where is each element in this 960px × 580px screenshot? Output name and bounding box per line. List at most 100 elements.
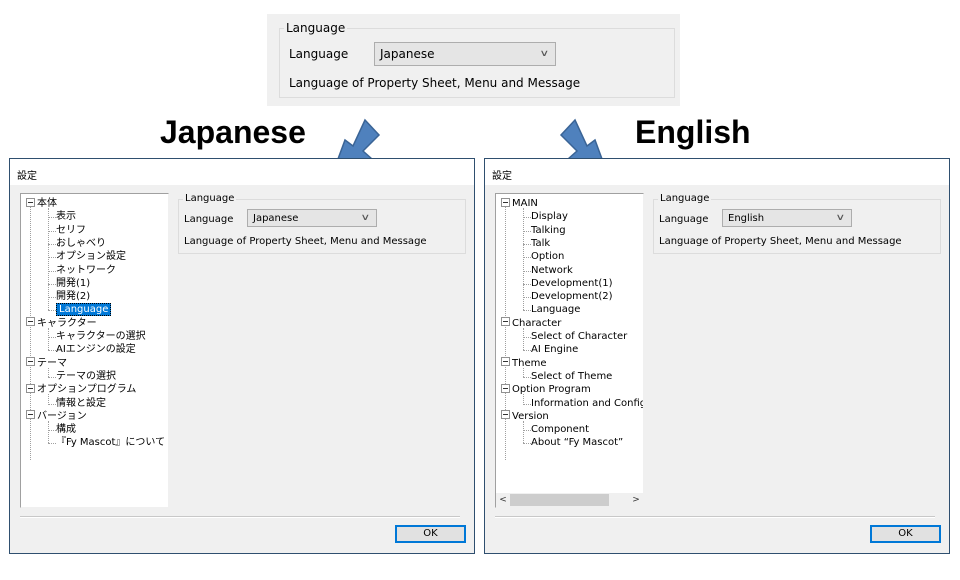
- tree-item-label: キャラクター: [37, 317, 97, 329]
- tree-item[interactable]: Talking: [531, 224, 566, 237]
- tree-item[interactable]: セリフ: [56, 224, 86, 237]
- scroll-right-icon[interactable]: >: [629, 493, 643, 507]
- tree-item-label: 本体: [37, 198, 57, 209]
- collapse-icon[interactable]: [501, 317, 510, 327]
- tree-item-label: 開発(2): [56, 291, 91, 303]
- ok-button[interactable]: OK: [395, 525, 466, 543]
- tree-item[interactable]: おしゃべり: [56, 237, 106, 250]
- tree-item-label: ネットワーク: [56, 264, 116, 276]
- tree-item[interactable]: Option: [531, 250, 564, 263]
- tree-node[interactable]: キャラクター: [26, 317, 97, 330]
- tree-item[interactable]: 表示: [56, 210, 76, 223]
- tree-item[interactable]: Display: [531, 210, 568, 223]
- tree-connector-line: [523, 208, 524, 311]
- language-group: Language Language Japanese ∨ Language of…: [279, 21, 675, 98]
- tree-item[interactable]: Information and Configu: [531, 397, 644, 410]
- tree-item[interactable]: 『Fy Mascot』について: [56, 436, 165, 449]
- collapse-icon[interactable]: [501, 197, 510, 207]
- tree-connector-line: [523, 350, 531, 352]
- collapse-icon[interactable]: [26, 197, 35, 207]
- language-select[interactable]: English ∨: [722, 209, 852, 227]
- collapse-icon[interactable]: [501, 383, 510, 393]
- tree-item[interactable]: Network: [531, 264, 573, 277]
- tree-item[interactable]: オプション設定: [56, 250, 126, 263]
- language-select[interactable]: Japanese ∨: [374, 42, 556, 66]
- tree-item[interactable]: Language: [531, 303, 580, 316]
- tree-item[interactable]: AIエンジンの設定: [56, 343, 136, 356]
- tree-item[interactable]: About “Fy Mascot”: [531, 436, 623, 449]
- tree-node[interactable]: バージョン: [26, 410, 87, 423]
- tree-item[interactable]: Component: [531, 423, 589, 436]
- language-select[interactable]: Japanese ∨: [247, 209, 377, 227]
- tree-item[interactable]: Talk: [531, 237, 550, 250]
- scrollbar-thumb[interactable]: [510, 494, 609, 506]
- tree-item-label: セリフ: [56, 224, 86, 236]
- tree-item[interactable]: Development(1): [531, 277, 612, 290]
- horizontal-scrollbar[interactable]: < >: [496, 493, 643, 507]
- tree-connector-line: [48, 283, 56, 285]
- tree-node[interactable]: テーマ: [26, 357, 67, 370]
- tree-item-label: 開発(1): [56, 277, 91, 289]
- tree-node[interactable]: MAIN: [501, 197, 538, 210]
- tree-item[interactable]: テーマの選択: [56, 370, 116, 383]
- tree-connector-line: [48, 297, 56, 299]
- tree-connector-line: [523, 243, 531, 245]
- tree-item[interactable]: キャラクターの選択: [56, 330, 146, 343]
- collapse-icon[interactable]: [26, 357, 35, 367]
- tree-connector-line: [48, 420, 49, 444]
- collapse-icon[interactable]: [501, 357, 510, 367]
- tree-item[interactable]: ネットワーク: [56, 264, 116, 277]
- tree-item-label: AIエンジンの設定: [56, 344, 136, 356]
- scroll-left-icon[interactable]: <: [496, 493, 510, 507]
- language-select-value: English: [728, 212, 765, 224]
- tree-node[interactable]: Character: [501, 317, 561, 330]
- tree-item-label: Language: [56, 303, 112, 317]
- tree-item-label: MAIN: [512, 198, 538, 209]
- tree-item-label: Information and Configu: [531, 397, 644, 409]
- tree-node[interactable]: Theme: [501, 357, 547, 370]
- tree-item[interactable]: Development(2): [531, 290, 612, 303]
- tree-node[interactable]: Option Program: [501, 383, 591, 396]
- tree-connector-line: [48, 257, 56, 259]
- tree-item-label: 情報と設定: [56, 397, 106, 409]
- ok-button[interactable]: OK: [870, 525, 941, 543]
- tree-item-label: 『Fy Mascot』について: [56, 437, 166, 449]
- tree-item-label: バージョン: [37, 410, 87, 422]
- tree-connector-line: [523, 337, 531, 338]
- tree-node[interactable]: Version: [501, 410, 549, 423]
- tree-item[interactable]: 開発(1): [56, 277, 90, 290]
- tree-item[interactable]: Select of Character: [531, 330, 627, 343]
- collapse-icon[interactable]: [26, 383, 35, 393]
- tree-node[interactable]: オプションプログラム: [26, 383, 136, 396]
- heading-english: English: [635, 114, 751, 150]
- tree-item[interactable]: Select of Theme: [531, 370, 612, 383]
- tree-item[interactable]: 情報と設定: [56, 397, 106, 410]
- tree-item[interactable]: 構成: [56, 423, 76, 436]
- tree-connector-line: [523, 230, 531, 232]
- tree-connector-line: [48, 350, 56, 352]
- window-title: 設定: [485, 159, 949, 185]
- tree-item[interactable]: 開発(2): [56, 290, 90, 303]
- chevron-down-icon: ∨: [835, 213, 846, 223]
- language-group-title: Language: [183, 193, 237, 204]
- tree-item-label: Talk: [531, 237, 551, 249]
- tree-node[interactable]: 本体: [26, 197, 57, 210]
- tree-connector-line: [523, 420, 524, 444]
- tree-item[interactable]: AI Engine: [531, 343, 578, 356]
- tree-connector-line: [523, 283, 531, 285]
- tree-connector-line: [48, 403, 56, 405]
- settings-tree[interactable]: 本体 表示 セリフ おしゃべり オプション設定 ネットワーク 開発(1) 開発(2) Langu…: [20, 193, 169, 508]
- tree-item-label: Network: [531, 264, 573, 276]
- collapse-icon[interactable]: [501, 410, 510, 420]
- window-title: 設定: [10, 159, 474, 185]
- settings-tree[interactable]: < > MAIN Display Talking Talk Option Network D…: [495, 193, 644, 508]
- tree-connector-line: [48, 376, 56, 378]
- tree-connector-line: [48, 270, 56, 272]
- tree-item[interactable]: Language: [56, 303, 112, 317]
- tree-item-label: Language: [531, 304, 581, 316]
- collapse-icon[interactable]: [26, 410, 35, 420]
- tree-item-label: Development(2): [531, 291, 613, 303]
- tree-connector-line: [48, 337, 56, 338]
- collapse-icon[interactable]: [26, 317, 35, 327]
- language-description: Language of Property Sheet, Menu and Mes…: [184, 236, 427, 247]
